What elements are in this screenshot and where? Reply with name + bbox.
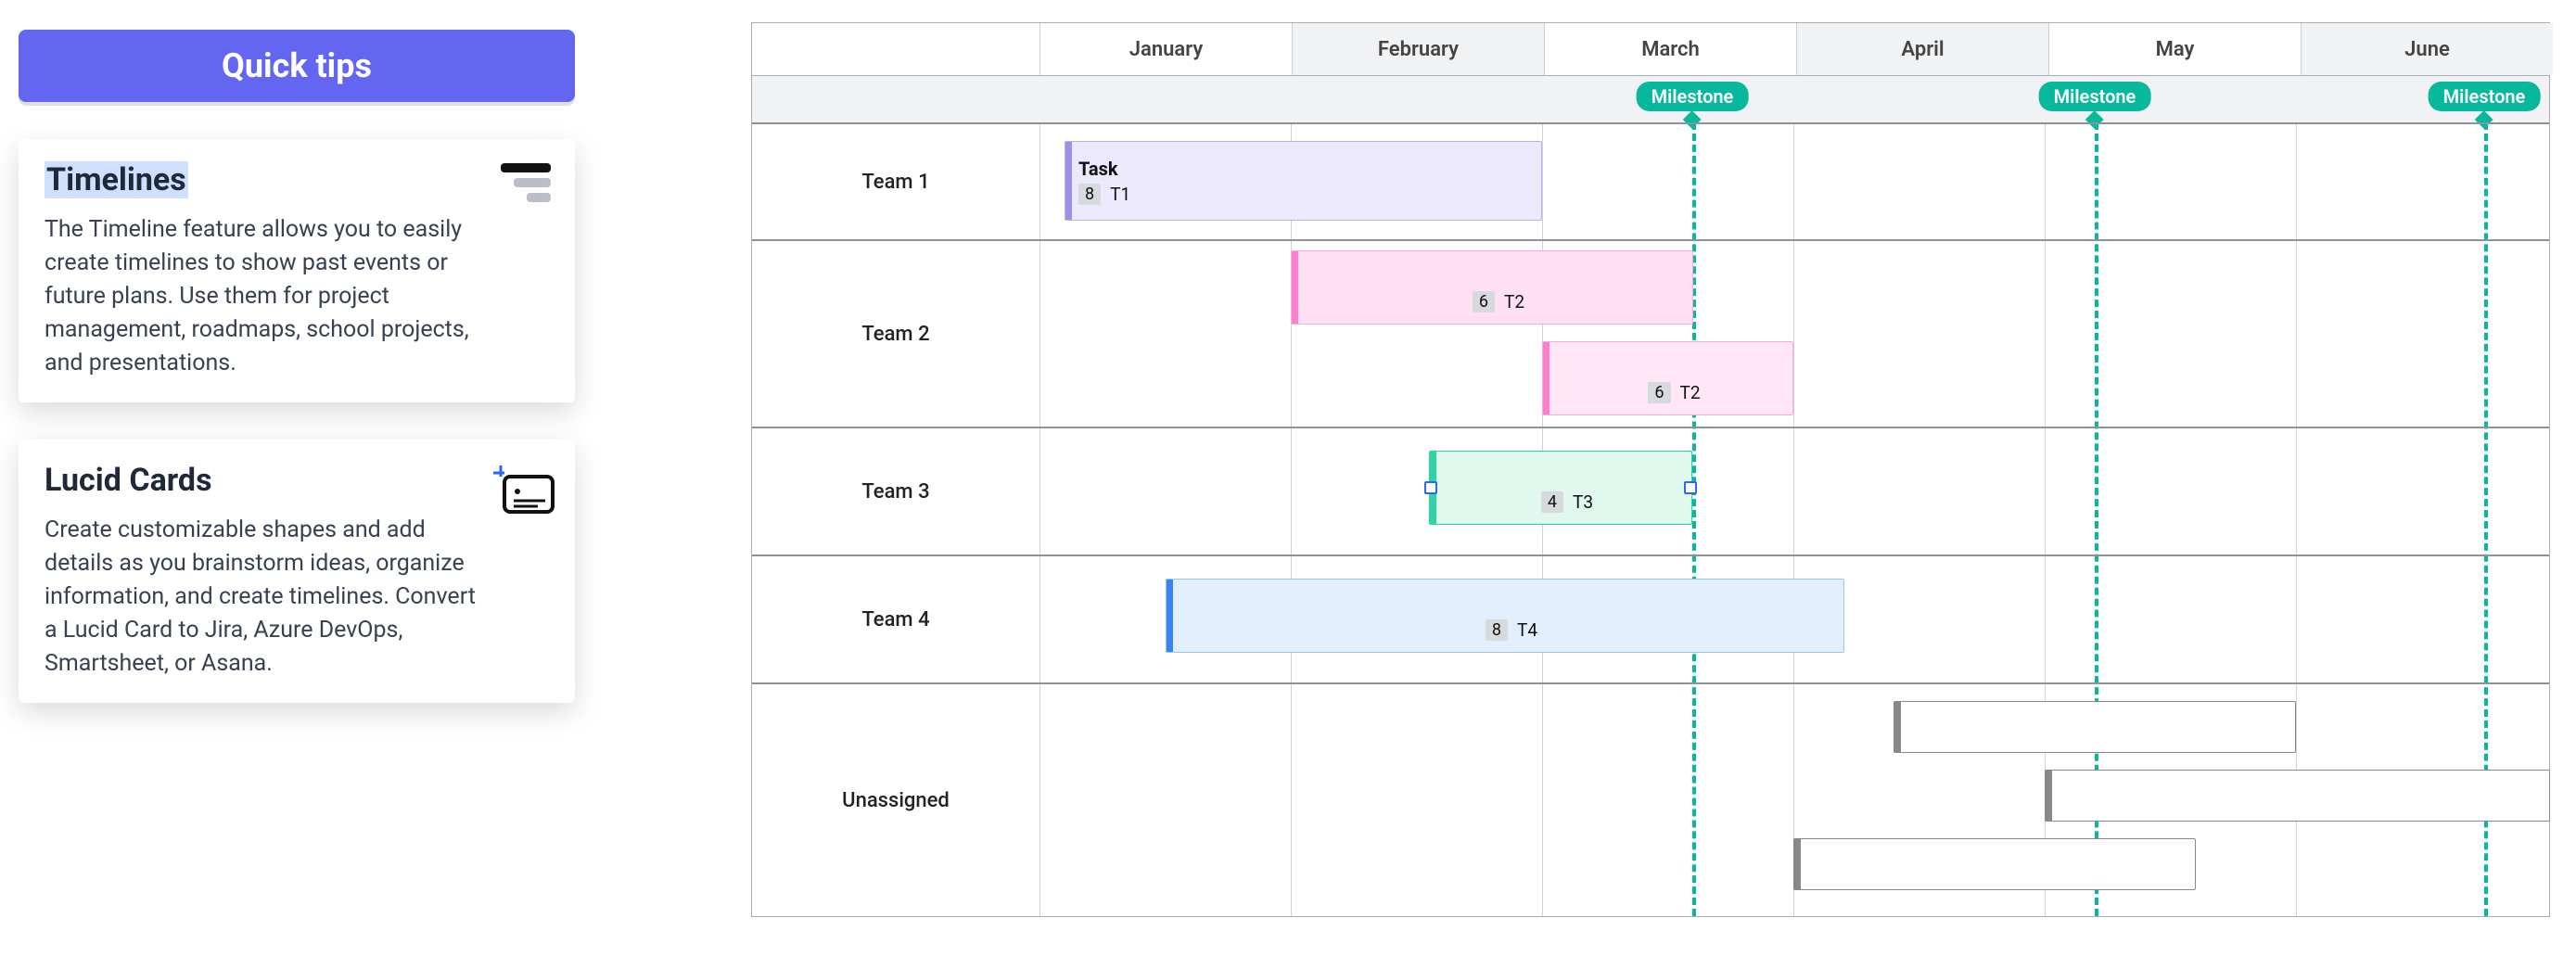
lane-team-3: Team 3 4 T3 [752, 427, 2549, 554]
resize-handle-right[interactable] [1684, 481, 1697, 494]
lane-unassigned: Unassigned [752, 682, 2549, 916]
lane-label: Unassigned [752, 684, 1039, 916]
quick-tips-header: Quick tips [19, 30, 575, 102]
bar-title: Task [1078, 158, 1541, 180]
bar-badge: 4 [1541, 491, 1563, 513]
tip-card-timelines: Timelines The Timeline feature allows yo… [19, 139, 575, 402]
tip-card-lucid-cards: Lucid Cards Create customizable shapes a… [19, 440, 575, 703]
month-cell: February [1292, 23, 1544, 75]
milestone-label: Milestone [2039, 82, 2151, 111]
milestone-label: Milestone [2429, 82, 2541, 111]
empty-task-bar[interactable] [1793, 838, 2196, 890]
priority-bars-icon [501, 163, 551, 208]
month-cell: June [2301, 23, 2553, 75]
milestone-marker[interactable]: Milestone [2039, 82, 2151, 126]
bar-badge: 6 [1473, 291, 1495, 312]
lane-team-1: Team 1 Task 8 T1 [752, 122, 2549, 239]
lane-label: Team 1 [752, 124, 1039, 239]
milestone-marker[interactable]: Milestone [2429, 82, 2541, 126]
month-cell: May [2048, 23, 2301, 75]
resize-handle-left[interactable] [1424, 481, 1437, 494]
bar-tag: T3 [1573, 491, 1593, 513]
month-cell: January [1039, 23, 1292, 75]
bar-tag: T4 [1517, 619, 1537, 641]
bar-edge [1794, 839, 1801, 889]
tip-card-body: The Timeline feature allows you to easil… [45, 213, 490, 380]
tip-card-title: Lucid Cards [45, 462, 549, 499]
lucid-card-icon [491, 464, 551, 508]
bar-badge: 8 [1078, 184, 1101, 205]
timeline-container[interactable]: January February March April May June Mi… [751, 22, 2550, 917]
lane-team-2: Team 2 6 T2 6 T2 [752, 239, 2549, 427]
milestone-label: Milestone [1637, 82, 1749, 111]
lanes-area[interactable]: Team 1 Task 8 T1 [752, 122, 2549, 916]
task-bar[interactable]: 8 T4 [1166, 579, 1844, 653]
task-bar-selected[interactable]: 4 T3 [1429, 451, 1692, 525]
lane-label: Team 2 [752, 241, 1039, 427]
tip-card-title: Timelines [45, 161, 188, 198]
bar-edge [1894, 702, 1901, 752]
lane-label: Team 4 [752, 556, 1039, 682]
lane-team-4: Team 4 8 T4 [752, 554, 2549, 682]
empty-task-bar[interactable] [1894, 701, 2296, 753]
bar-badge: 8 [1486, 619, 1508, 641]
bar-tag: T2 [1504, 291, 1524, 312]
task-bar[interactable]: 6 T2 [1291, 250, 1693, 325]
task-bar[interactable]: 6 T2 [1542, 341, 1793, 415]
bar-tag: T2 [1680, 382, 1701, 403]
tip-card-body: Create customizable shapes and add detai… [45, 514, 490, 681]
bar-badge: 6 [1648, 382, 1670, 403]
empty-task-bar[interactable] [2045, 770, 2550, 822]
bar-tag: T1 [1110, 184, 1130, 205]
lane-label: Team 3 [752, 428, 1039, 554]
bar-edge [2046, 771, 2052, 821]
month-header-row: January February March April May June [752, 23, 2549, 75]
task-bar[interactable]: Task 8 T1 [1065, 141, 1542, 221]
milestone-marker[interactable]: Milestone [1637, 82, 1749, 126]
month-cell: April [1796, 23, 2048, 75]
month-cell: March [1544, 23, 1796, 75]
milestone-row: Milestone Milestone Milestone [752, 75, 2549, 122]
